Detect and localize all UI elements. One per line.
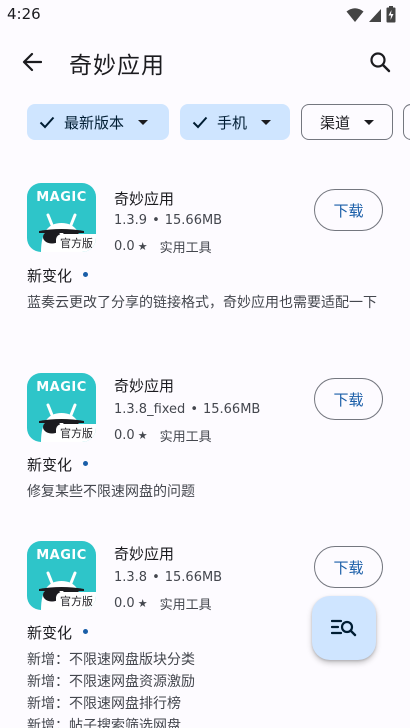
changes-title-text: 新变化 [27, 267, 73, 285]
app-version-size: 1.3.8_fixed • 15.66MB [114, 402, 260, 417]
signal-icon [369, 8, 381, 22]
download-button[interactable]: 下载 [314, 546, 383, 588]
rating-value: 0.0 [114, 239, 135, 254]
filter-chip-channel[interactable]: 渠道 [301, 104, 393, 140]
search-button[interactable] [360, 42, 400, 82]
change-line: 蓝奏云更改了分享的链接格式，奇妙应用也需要适配一下 [27, 295, 377, 311]
search-icon [370, 52, 391, 73]
back-arrow-icon [22, 52, 42, 72]
app-icon: MAGIC 官方版 [27, 183, 96, 252]
battery-icon [386, 6, 396, 23]
meta-separator: • [152, 213, 160, 228]
back-button[interactable] [12, 42, 52, 82]
change-line: 新增：帖子搜索筛选网盘 [27, 718, 181, 728]
changes-title-text: 新变化 [27, 624, 73, 642]
app-icon: MAGIC 官方版 [27, 373, 96, 442]
change-line: 修复某些不限速网盘的问题 [27, 484, 195, 500]
changes-title: 新变化 [27, 454, 89, 475]
meta-separator: • [152, 570, 160, 585]
app-version: 1.3.8_fixed [114, 402, 186, 417]
app-version: 1.3.8 [114, 570, 148, 585]
app-rating-row: 0.0 ★ 实用工具 [114, 594, 212, 613]
app-category: 实用工具 [159, 241, 212, 256]
filter-chip-device[interactable]: 手机 [180, 104, 290, 140]
meta-separator: • [190, 402, 198, 417]
star-icon: ★ [137, 597, 148, 610]
app-icon-text: MAGIC [36, 380, 87, 395]
status-time: 4:26 [7, 5, 41, 23]
official-badge: 官方版 [56, 424, 96, 442]
rating-value: 0.0 [114, 596, 135, 611]
changes-title-text: 新变化 [27, 456, 73, 474]
filter-chip-label: 手机 [217, 113, 248, 132]
download-button[interactable]: 下载 [314, 189, 383, 231]
star-icon: ★ [137, 429, 148, 442]
app-icon-text: MAGIC [36, 548, 87, 563]
status-icons [346, 6, 396, 23]
rating-value: 0.0 [114, 428, 135, 443]
changes-title: 新变化 [27, 265, 89, 286]
change-line: 新增：不限速网盘排行榜 [27, 696, 181, 712]
dropdown-caret-icon [261, 119, 272, 125]
check-icon [39, 116, 55, 129]
filter-chips-row: 最新版本 手机 渠道 [27, 104, 410, 142]
official-badge: 官方版 [56, 234, 96, 252]
app-size: 15.66MB [164, 213, 223, 228]
app-name: 奇妙应用 [114, 190, 175, 208]
app-category: 实用工具 [159, 598, 212, 613]
app-category: 实用工具 [159, 430, 212, 445]
changes-body: 新增：不限速网盘版块分类 新增：不限速网盘资源激励 新增：不限速网盘排行榜 新增… [27, 649, 387, 728]
app-icon: MAGIC 官方版 [27, 541, 96, 610]
new-indicator-dot [83, 461, 89, 466]
download-button[interactable]: 下载 [314, 378, 383, 420]
new-indicator-dot [83, 272, 89, 277]
change-line: 新增：不限速网盘资源激励 [27, 674, 195, 690]
app-name: 奇妙应用 [114, 377, 175, 395]
app-name: 奇妙应用 [114, 545, 175, 563]
app-size: 15.66MB [164, 570, 223, 585]
page-title: 奇妙应用 [69, 53, 165, 79]
dropdown-caret-icon [138, 119, 149, 125]
app-rating-row: 0.0 ★ 实用工具 [114, 237, 212, 256]
filter-search-icon [331, 619, 357, 637]
app-rating-row: 0.0 ★ 实用工具 [114, 426, 212, 445]
app-version-size: 1.3.9 • 15.66MB [114, 213, 222, 228]
changes-body: 蓝奏云更改了分享的链接格式，奇妙应用也需要适配一下 [27, 292, 387, 314]
filter-chip-more[interactable] [403, 104, 410, 140]
app-version: 1.3.9 [114, 213, 148, 228]
new-indicator-dot [83, 629, 89, 634]
changes-body: 修复某些不限速网盘的问题 [27, 481, 387, 503]
status-bar: 4:26 [0, 0, 410, 30]
dropdown-caret-icon [364, 119, 375, 125]
filter-chip-label: 渠道 [320, 113, 351, 132]
official-badge: 官方版 [56, 592, 96, 610]
filter-chip-version[interactable]: 最新版本 [27, 104, 169, 140]
app-size: 15.66MB [202, 402, 261, 417]
top-app-bar: 奇妙应用 [0, 34, 410, 90]
filter-chip-label: 最新版本 [64, 113, 125, 132]
app-version-size: 1.3.8 • 15.66MB [114, 570, 222, 585]
wifi-icon [346, 7, 364, 22]
app-icon-text: MAGIC [36, 190, 87, 205]
filter-search-fab[interactable] [312, 596, 376, 660]
changes-title: 新变化 [27, 622, 89, 643]
star-icon: ★ [137, 240, 148, 253]
check-icon [192, 116, 208, 129]
